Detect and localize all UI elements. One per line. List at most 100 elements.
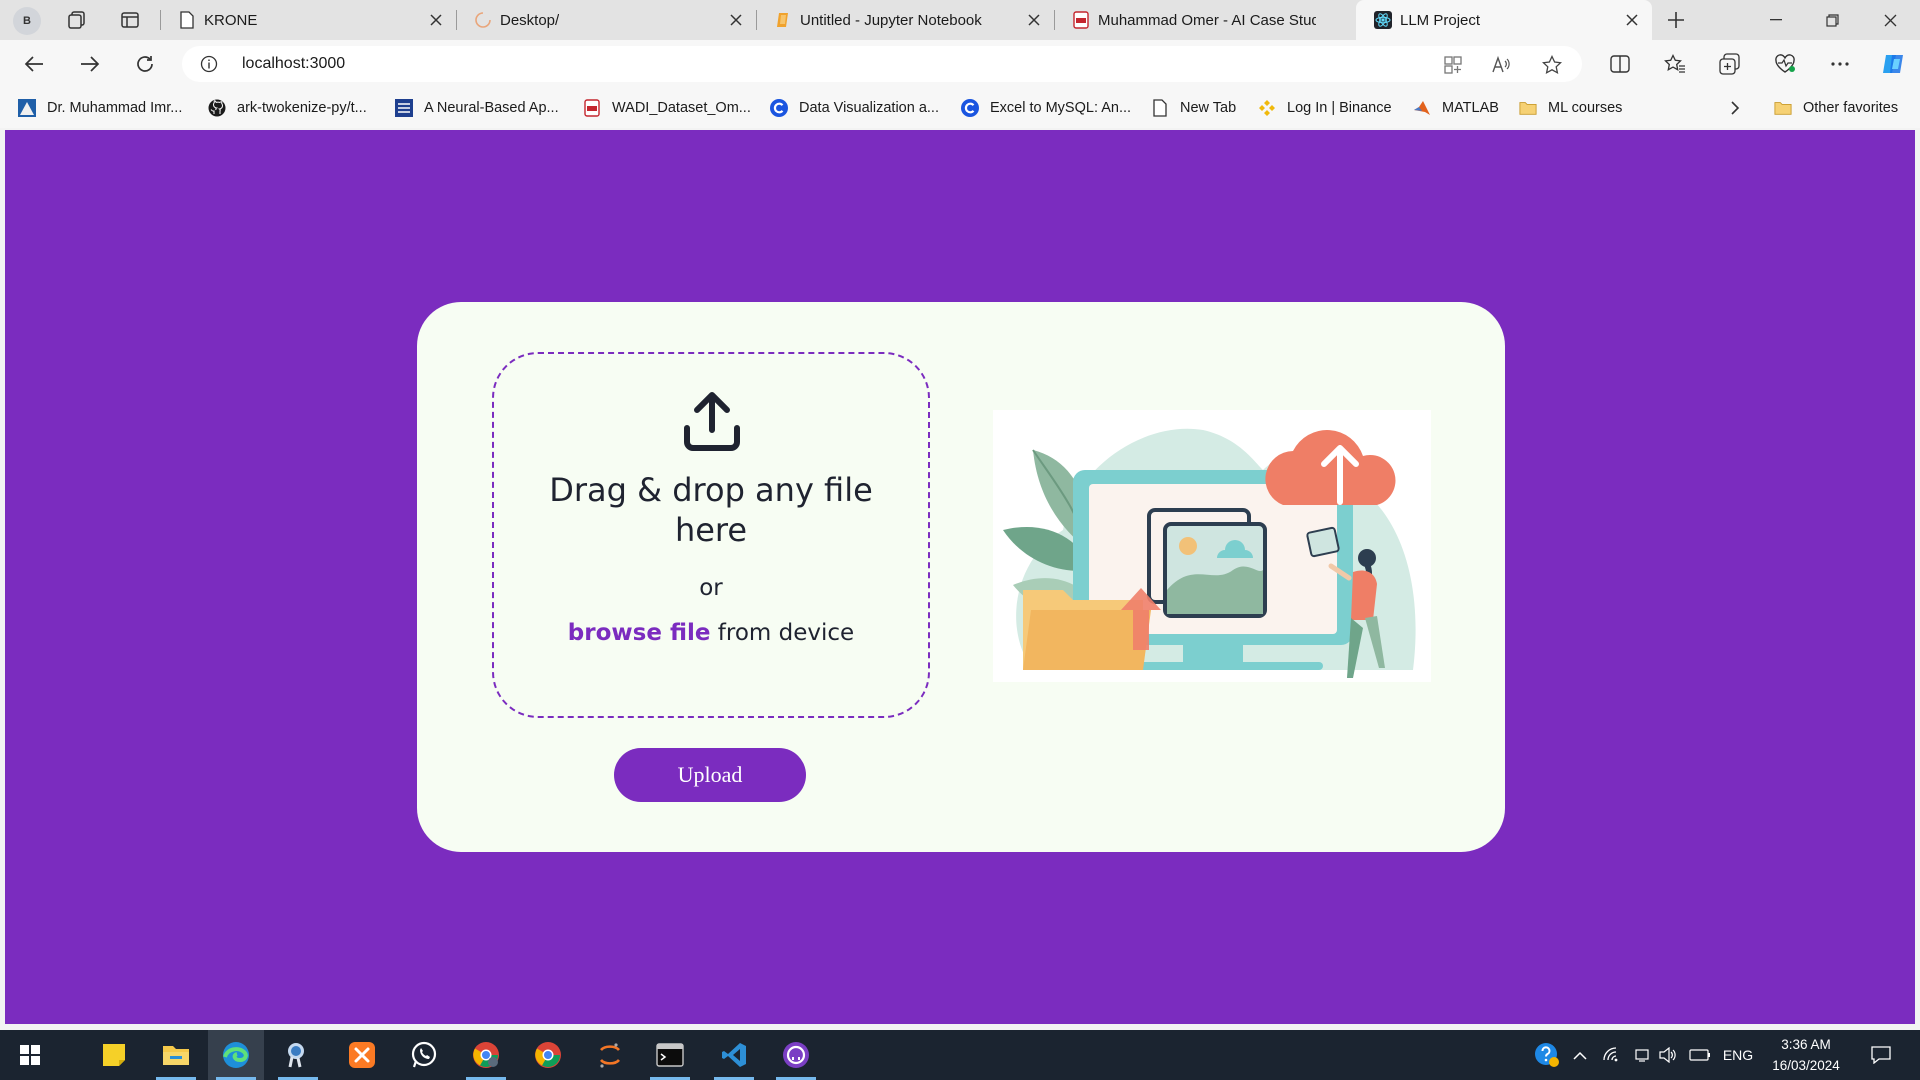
more-favorites-chevron-icon[interactable] [1730,98,1740,118]
favorite-label: Data Visualization a... [799,100,939,116]
favorite-label: Dr. Muhammad Imr... [47,100,183,116]
favorite-item[interactable]: ark-twokenize-py/t... [208,98,367,118]
site-icon [18,99,36,117]
anaconda-app-icon[interactable] [270,1030,326,1080]
address-bar[interactable]: localhost:3000 [182,46,1582,82]
more-options-icon[interactable] [1826,50,1854,78]
favorite-item[interactable]: Dr. Muhammad Imr... [18,98,182,118]
tab-krone[interactable]: KRONE [160,0,456,40]
pdf-icon [1072,11,1090,29]
copilot-icon[interactable] [1879,50,1907,78]
workspaces-icon[interactable] [61,6,93,34]
back-icon[interactable] [16,48,52,80]
edge-taskbar-icon[interactable] [208,1030,264,1080]
favorite-item[interactable]: Log In | Binance [1258,98,1392,118]
file-explorer-icon[interactable] [148,1030,204,1080]
github-icon [208,99,226,117]
terminal-icon[interactable] [642,1030,698,1080]
site-info-icon[interactable] [200,55,218,73]
ieee-icon [395,99,413,117]
help-icon[interactable] [1532,1030,1562,1080]
clock-time: 3:36 AM [1781,1037,1831,1052]
github-desktop-icon[interactable] [768,1030,824,1080]
other-favorites[interactable]: Other favorites [1774,98,1898,118]
tab-pdf-case-study[interactable]: Muhammad Omer - AI Case Stud [1054,0,1354,40]
favorite-folder[interactable]: ML courses [1519,98,1622,118]
loading-spinner-icon [474,11,492,29]
app-page: Drag & drop any file here or browse file… [5,130,1915,1024]
show-hidden-icons-chevron-icon[interactable] [1568,1030,1592,1080]
read-aloud-icon[interactable] [1490,54,1512,76]
wifi-icon[interactable] [1600,1030,1624,1080]
tab-llm-project[interactable]: LLM Project [1356,0,1652,40]
url-text[interactable]: localhost:3000 [242,55,345,73]
tab-strip: B KRONE Desktop/ Untitled - Jupyter Note… [0,0,1920,40]
collections-icon[interactable] [1716,50,1744,78]
split-screen-icon[interactable] [1606,50,1634,78]
favorites-icon[interactable] [1661,50,1689,78]
tab-label: Desktop/ [500,11,560,29]
close-tab-icon[interactable] [1622,10,1642,30]
favorites-bar: Dr. Muhammad Imr... ark-twokenize-py/t..… [0,88,1920,128]
drop-zone-title: Drag & drop any file here [549,471,873,549]
favorite-label: ark-twokenize-py/t... [237,100,367,116]
folder-icon [1519,99,1537,117]
jupyter-icon [774,11,792,29]
forward-icon[interactable] [72,48,108,80]
volume-icon[interactable] [1656,1030,1680,1080]
favorite-item[interactable]: A Neural-Based Ap... [395,98,559,118]
tab-label: Muhammad Omer - AI Case Stud [1098,11,1316,29]
notifications-icon[interactable] [1866,1030,1896,1080]
tab-actions-icon[interactable] [114,6,146,34]
restore-icon[interactable] [1804,0,1860,40]
browser-essentials-icon[interactable] [1771,50,1799,78]
sticky-notes-icon[interactable] [86,1030,142,1080]
minimize-icon[interactable] [1748,0,1804,40]
favorite-label: WADI_Dataset_Om... [612,100,751,116]
xampp-icon[interactable] [334,1030,390,1080]
page-icon [1151,99,1169,117]
battery-icon[interactable] [1686,1030,1714,1080]
or-text: or [699,575,723,601]
tab-label: LLM Project [1400,11,1481,29]
favorite-item[interactable]: Data Visualization a... [770,98,939,118]
upload-icon [684,392,740,451]
chrome-profile-icon[interactable] [458,1030,514,1080]
browse-file-link[interactable]: browse file [568,620,711,646]
tab-jupyter[interactable]: Untitled - Jupyter Notebook [756,0,1054,40]
tab-label: KRONE [204,11,258,29]
close-tab-icon[interactable] [726,10,746,30]
chrome-icon[interactable] [520,1030,576,1080]
new-tab-icon[interactable] [1660,6,1692,34]
favorite-item[interactable]: Excel to MySQL: An... [961,98,1131,118]
favorite-star-icon[interactable] [1541,54,1563,76]
c-icon [770,99,788,117]
close-window-icon[interactable] [1862,0,1918,40]
jupyter-taskbar-icon[interactable] [582,1030,638,1080]
tab-desktop[interactable]: Desktop/ [456,0,756,40]
favorite-item[interactable]: WADI_Dataset_Om... [583,98,751,118]
page-icon [178,11,196,29]
favorite-item[interactable]: MATLAB [1413,98,1499,118]
favorite-item[interactable]: New Tab [1151,98,1236,118]
upload-button[interactable]: Upload [614,748,806,802]
react-icon [1374,11,1392,29]
language-indicator[interactable]: ENG [1718,1030,1758,1080]
vscode-icon[interactable] [706,1030,762,1080]
browser-toolbar: localhost:3000 [0,40,1920,88]
windows-start-icon[interactable] [2,1030,58,1080]
clock-date: 16/03/2024 [1772,1058,1840,1073]
folder-icon [1774,99,1792,117]
refresh-icon[interactable] [127,48,163,80]
close-tab-icon[interactable] [426,10,446,30]
system-clock[interactable]: 3:36 AM 16/03/2024 [1762,1034,1850,1076]
favorite-label: Log In | Binance [1287,100,1392,116]
binance-icon [1258,99,1276,117]
device-icon[interactable] [1630,1030,1654,1080]
whatsapp-icon[interactable] [396,1030,452,1080]
file-drop-zone[interactable]: Drag & drop any file here or browse file… [492,352,930,718]
close-tab-icon[interactable] [1024,10,1044,30]
profile-avatar[interactable]: B [13,7,41,35]
apps-icon[interactable] [1442,54,1464,76]
favorite-label: MATLAB [1442,100,1499,116]
